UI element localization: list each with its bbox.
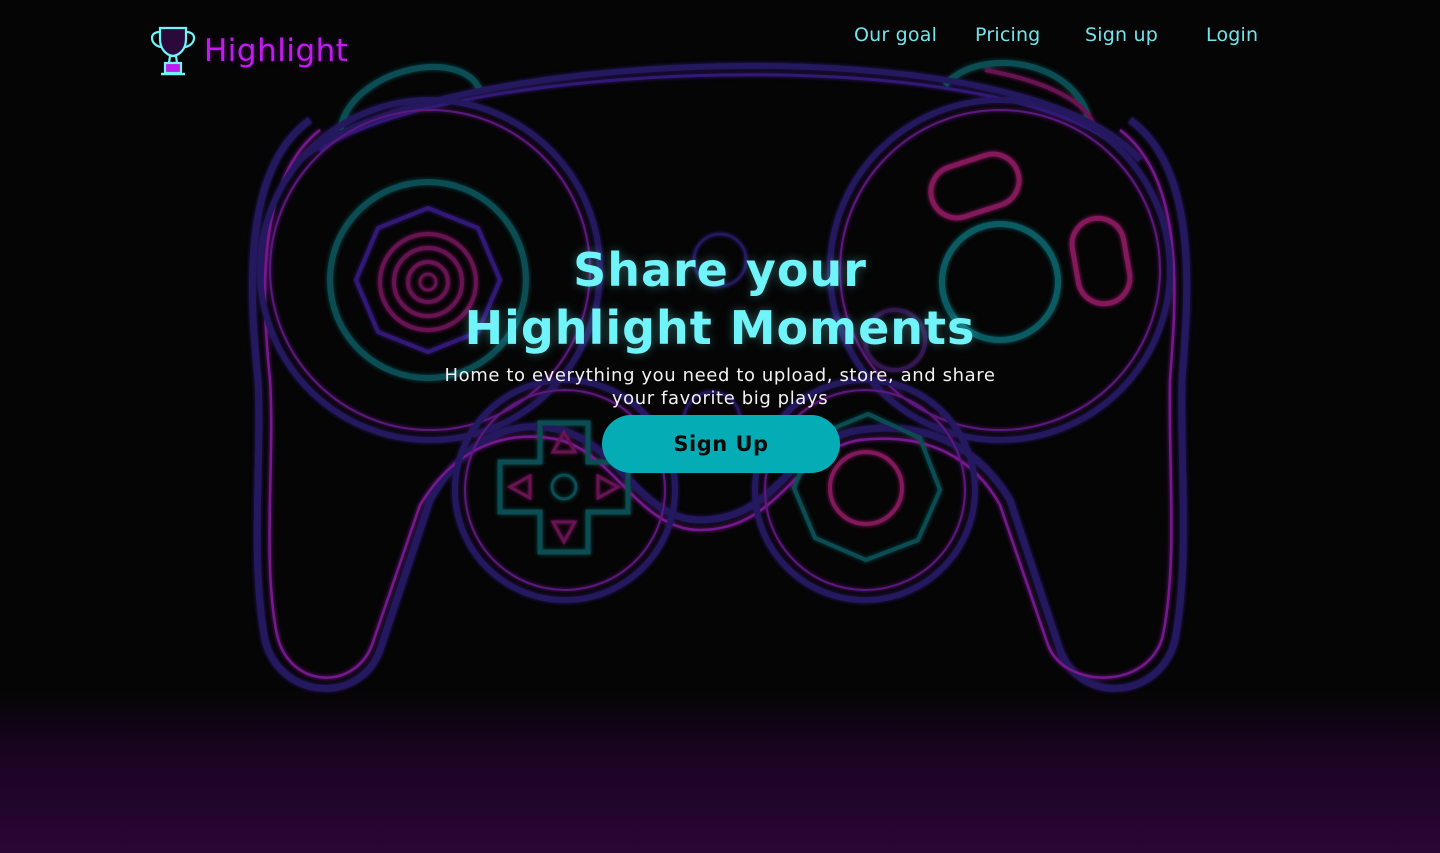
trophy-icon [150, 26, 196, 76]
site-header: Highlight Our goal Pricing Sign up Login [0, 0, 1440, 90]
hero-subtitle: Home to everything you need to upload, s… [400, 364, 1040, 410]
hero-title: Share your Highlight Moments [320, 241, 1120, 357]
hero-subtitle-line-2: your favorite big plays [611, 388, 829, 409]
nav-our-goal[interactable]: Our goal [854, 24, 937, 54]
nav-pricing[interactable]: Pricing [975, 24, 1040, 54]
brand-logo[interactable]: Highlight [150, 25, 348, 77]
sign-up-button[interactable]: Sign Up [602, 415, 840, 473]
hero-title-line-2: Highlight Moments [464, 300, 976, 355]
hero-title-line-1: Share your [573, 242, 867, 297]
nav-sign-up[interactable]: Sign up [1085, 24, 1158, 54]
hero-subtitle-line-1: Home to everything you need to upload, s… [444, 365, 996, 386]
nav-login[interactable]: Login [1206, 24, 1258, 54]
landing-page: Highlight Our goal Pricing Sign up Login… [0, 0, 1440, 853]
brand-name: Highlight [204, 33, 349, 69]
